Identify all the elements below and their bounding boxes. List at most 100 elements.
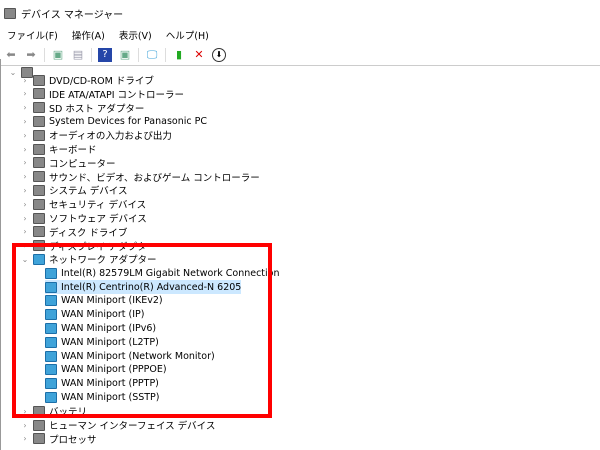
tree-category[interactable]: › ヒューマン インターフェイス デバイス — [21, 418, 215, 432]
chevron-right-icon[interactable]: › — [21, 172, 29, 181]
tree-item-label: SD ホスト アダプター — [49, 103, 145, 115]
network-adapter-item[interactable]: WAN Miniport (L2TP) — [45, 335, 159, 349]
tree-item-label: WAN Miniport (Network Monitor) — [61, 350, 215, 362]
chevron-down-icon[interactable]: ⌄ — [21, 255, 29, 264]
device-category-icon — [33, 226, 45, 238]
network-adapter-item[interactable]: WAN Miniport (PPTP) — [45, 377, 159, 391]
chevron-right-icon[interactable]: › — [21, 131, 29, 140]
tree-item-label: ソフトウェア デバイス — [49, 214, 147, 225]
menu-bar: ファイル(F) 操作(A) 表示(V) ヘルプ(H) — [0, 26, 600, 44]
window-title: デバイス マネージャー — [21, 9, 124, 21]
network-adapter-icon — [45, 378, 57, 390]
device-category-icon — [33, 115, 45, 127]
network-adapter-item[interactable]: WAN Miniport (IKEv2) — [45, 294, 163, 308]
network-adapter-item[interactable]: Intel(R) Centrino(R) Advanced-N 6205 — [45, 280, 242, 294]
device-category-icon — [33, 198, 45, 210]
tree-item-label: WAN Miniport (IKEv2) — [61, 295, 163, 307]
menu-view[interactable]: 表示(V) — [119, 28, 152, 42]
network-adapter-item[interactable]: Intel(R) 82579LM Gigabit Network Connect… — [45, 266, 280, 280]
chevron-right-icon[interactable]: › — [21, 103, 29, 112]
tree-item-label: WAN Miniport (IP) — [61, 309, 145, 321]
network-adapter-icon — [45, 322, 57, 334]
tree-item-label: コンピューター — [49, 158, 116, 170]
network-adapter-icon — [45, 391, 57, 403]
chevron-right-icon[interactable]: › — [21, 421, 29, 430]
chevron-right-icon[interactable]: › — [21, 434, 29, 443]
tree-item-label: オーディオの入力および出力 — [49, 131, 172, 143]
network-adapter-item[interactable]: WAN Miniport (IPv6) — [45, 321, 156, 335]
tree-item-label: バッテリ — [49, 407, 88, 419]
chevron-right-icon[interactable]: › — [21, 117, 29, 126]
title-bar: デバイス マネージャー — [0, 0, 600, 26]
tree-category[interactable]: › ソフトウェア デバイス — [21, 211, 147, 225]
tree-item-label: ディスク ドライブ — [49, 227, 128, 239]
tree-item-label: サウンド、ビデオ、およびゲーム コントローラー — [49, 172, 260, 184]
tree-category[interactable]: › コンピューター — [21, 156, 116, 170]
menu-action[interactable]: 操作(A) — [72, 28, 105, 42]
tree-category-network[interactable]: ⌄ ネットワーク アダプター — [21, 252, 157, 266]
network-adapter-item[interactable]: WAN Miniport (Network Monitor) — [45, 349, 215, 363]
chevron-right-icon[interactable]: › — [21, 76, 29, 85]
tree-item-label: キーボード — [49, 145, 97, 156]
device-category-icon — [33, 129, 45, 141]
device-category-icon — [33, 157, 45, 169]
tree-category[interactable]: › ディスク ドライブ — [21, 225, 127, 239]
network-adapter-item[interactable]: WAN Miniport (IP) — [45, 308, 144, 322]
device-category-icon — [33, 405, 45, 417]
tree-category[interactable]: › System Devices for Panasonic PC — [21, 114, 207, 128]
network-adapter-icon — [45, 295, 57, 307]
tree-item-label: WAN Miniport (SSTP) — [61, 391, 160, 403]
network-adapter-icon — [45, 350, 57, 362]
chevron-right-icon[interactable]: › — [21, 145, 29, 154]
menu-help[interactable]: ヘルプ(H) — [166, 28, 209, 42]
network-adapter-item[interactable]: WAN Miniport (SSTP) — [45, 390, 160, 404]
device-category-icon — [33, 240, 45, 252]
chevron-down-icon[interactable]: ⌄ — [9, 68, 17, 77]
chevron-right-icon[interactable]: › — [21, 241, 29, 250]
tree-item-label: ディスプレイ アダプター — [49, 241, 156, 253]
network-adapter-icon — [45, 364, 57, 376]
network-adapter-item[interactable]: WAN Miniport (PPPOE) — [45, 363, 167, 377]
tree-item-label: IDE ATA/ATAPI コントローラー — [49, 89, 185, 101]
tree-category[interactable]: › バッテリ — [21, 404, 87, 418]
tree-category[interactable]: › ディスプレイ アダプター — [21, 239, 156, 253]
network-adapter-icon — [45, 281, 57, 293]
chevron-right-icon[interactable]: › — [21, 214, 29, 223]
device-category-icon — [33, 171, 45, 183]
tree-category[interactable]: › キーボード — [21, 142, 97, 156]
tree-category[interactable]: › セキュリティ デバイス — [21, 197, 146, 211]
device-tree: ⌄ › DVD/CD-ROM ドライブ › IDE ATA/ATAPI コントローラー… — [0, 59, 600, 450]
device-category-icon — [33, 102, 45, 114]
chevron-right-icon[interactable]: › — [21, 186, 29, 195]
tree-item-label: WAN Miniport (PPPOE) — [61, 364, 167, 376]
device-category-icon — [33, 88, 45, 100]
tree-item-label: プロセッサ — [49, 434, 97, 446]
device-category-icon — [33, 74, 45, 86]
tree-item-label: WAN Miniport (L2TP) — [61, 336, 159, 348]
tree-item-label: Intel(R) 82579LM Gigabit Network Connect… — [61, 267, 280, 279]
chevron-right-icon[interactable]: › — [21, 89, 29, 98]
tree-item-label: セキュリティ デバイス — [49, 200, 147, 212]
chevron-right-icon[interactable]: › — [21, 227, 29, 236]
tree-category[interactable]: › IDE ATA/ATAPI コントローラー — [21, 87, 184, 101]
chevron-right-icon[interactable]: › — [21, 407, 29, 416]
chevron-right-icon[interactable]: › — [21, 200, 29, 209]
tree-category[interactable]: › DVD/CD-ROM ドライブ — [21, 73, 154, 87]
device-manager-icon — [4, 7, 16, 19]
tree-item-label: ヒューマン インターフェイス デバイス — [49, 421, 216, 432]
device-category-icon — [33, 143, 45, 155]
tree-item-label: DVD/CD-ROM ドライブ — [49, 76, 154, 87]
tree-category[interactable]: › サウンド、ビデオ、およびゲーム コントローラー — [21, 170, 260, 184]
tree-category[interactable]: › プロセッサ — [21, 432, 97, 446]
device-category-icon — [33, 433, 45, 445]
tree-category[interactable]: › システム デバイス — [21, 183, 127, 197]
tree-category[interactable]: › SD ホスト アダプター — [21, 101, 144, 115]
device-category-icon — [33, 212, 45, 224]
tree-item-label: WAN Miniport (IPv6) — [61, 322, 157, 334]
menu-file[interactable]: ファイル(F) — [7, 28, 58, 42]
network-adapter-icon — [45, 267, 57, 279]
device-category-icon — [33, 419, 45, 431]
chevron-right-icon[interactable]: › — [21, 158, 29, 167]
network-adapter-icon — [45, 336, 57, 348]
tree-category[interactable]: › オーディオの入力および出力 — [21, 128, 172, 142]
